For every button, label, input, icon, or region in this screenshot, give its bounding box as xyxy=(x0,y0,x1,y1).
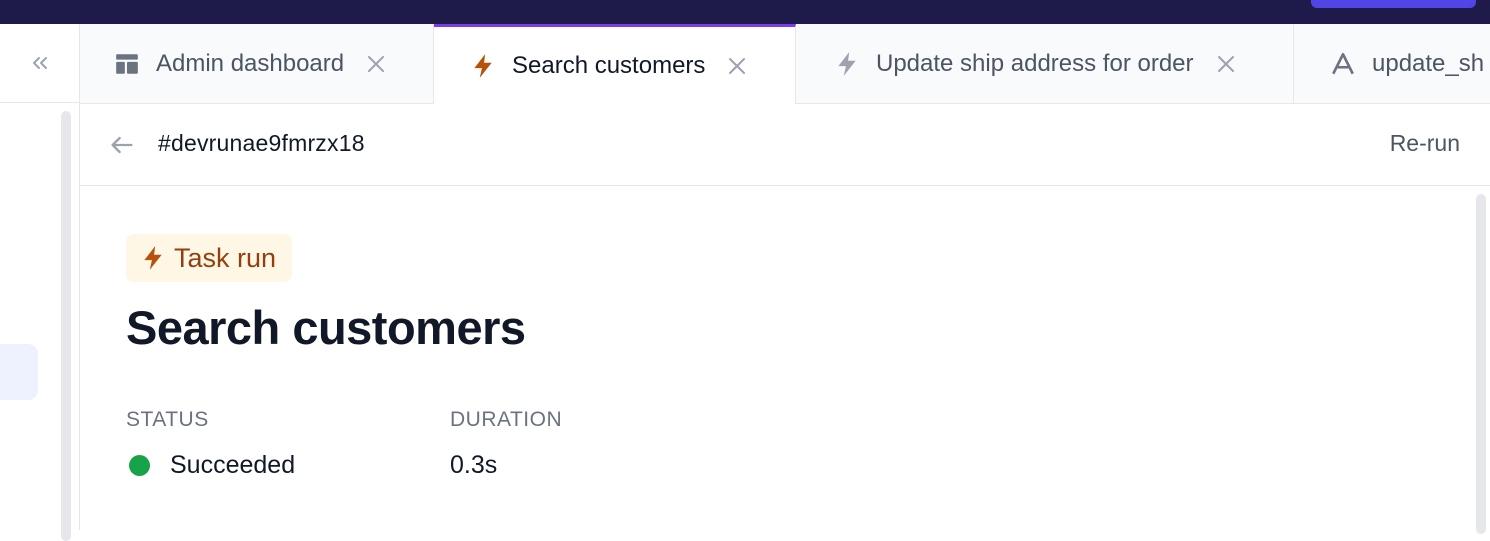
lightning-icon xyxy=(470,53,496,79)
status-dot-icon xyxy=(129,455,150,476)
tab-label: Admin dashboard xyxy=(156,50,345,77)
chevrons-left-icon xyxy=(32,57,47,69)
duration-value: 0.3s xyxy=(450,451,498,479)
rerun-button[interactable]: Re-run xyxy=(1390,130,1460,157)
tab-admin-dashboard[interactable]: Admin dashboard xyxy=(80,24,434,104)
content-scrollbar[interactable] xyxy=(1476,194,1486,534)
tab-label: Update ship address for order xyxy=(876,50,1194,77)
tab-label: update_sh xyxy=(1372,50,1485,77)
tab-update-sh[interactable]: update_sh xyxy=(1294,24,1490,104)
topbar-action-button[interactable] xyxy=(1311,0,1476,8)
duration-label: DURATION xyxy=(450,408,563,431)
collapse-sidebar-button[interactable] xyxy=(0,24,79,103)
tab-search-customers[interactable]: Search customers xyxy=(434,24,796,105)
lightning-icon xyxy=(834,51,860,77)
back-button[interactable] xyxy=(108,131,136,159)
run-id: #devrunae9fmrzx18 xyxy=(158,130,365,156)
status-value: Succeeded xyxy=(126,451,295,480)
status-label: STATUS xyxy=(126,408,209,431)
lightning-icon xyxy=(140,245,166,271)
run-header: #devrunae9fmrzx18 Re-run xyxy=(80,104,1490,186)
page-title: Search customers xyxy=(126,301,526,354)
close-icon[interactable] xyxy=(1216,54,1236,74)
close-icon[interactable] xyxy=(727,56,747,76)
run-details: Task run Search customers STATUS Succeed… xyxy=(80,186,1490,534)
layout-icon xyxy=(114,51,140,77)
arrow-left-icon xyxy=(111,136,133,154)
close-icon[interactable] xyxy=(366,54,386,74)
task-run-badge: Task run xyxy=(126,234,293,282)
tab-bar: Admin dashboard Search customers Update … xyxy=(80,24,1490,105)
top-app-bar xyxy=(0,0,1490,24)
tab-update-ship-address[interactable]: Update ship address for order xyxy=(796,24,1294,104)
sidebar xyxy=(0,24,80,541)
sidebar-scrollbar[interactable] xyxy=(61,111,71,541)
tab-label: Search customers xyxy=(512,52,706,79)
badge-label: Task run xyxy=(174,242,277,273)
sidebar-selected-item[interactable] xyxy=(0,344,38,400)
status-text: Succeeded xyxy=(170,451,296,479)
airplane-logo-icon xyxy=(1330,51,1356,77)
